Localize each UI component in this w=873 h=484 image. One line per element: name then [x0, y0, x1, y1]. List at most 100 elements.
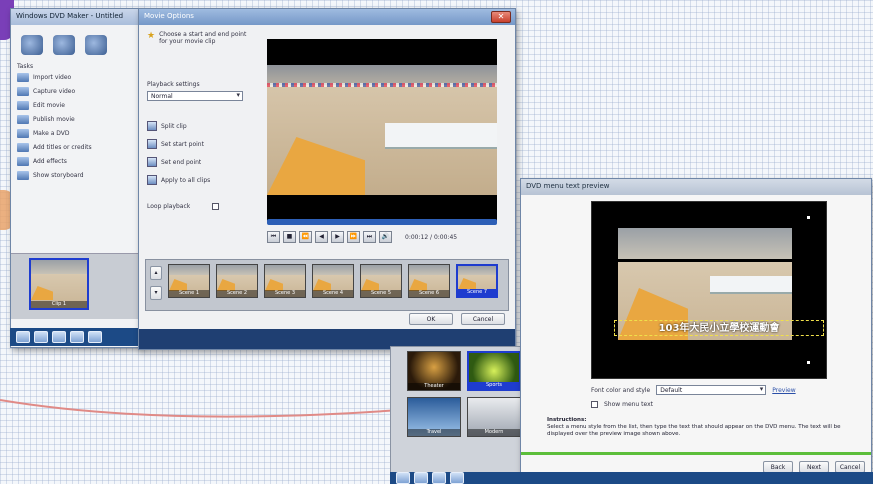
storyboard-icon	[17, 170, 29, 180]
filmstrip-thumb-selected[interactable]: Scene 7	[456, 264, 498, 298]
menu-style-panel: Theater Sports Travel Modern	[390, 346, 526, 482]
options-pane: ★ Choose a start and end point for your …	[147, 31, 259, 251]
menu-style-thumb-selected[interactable]: Sports	[467, 351, 521, 391]
loop-label: Loop playback	[147, 202, 191, 210]
taskbar-icon-2[interactable]	[34, 331, 48, 343]
taskbar-icon-1[interactable]	[16, 331, 30, 343]
window-title: Windows DVD Maker - Untitled	[11, 9, 141, 25]
back-taskbar	[10, 328, 142, 346]
publish-icon	[17, 114, 29, 124]
task-item-publish[interactable]: Publish movie	[17, 112, 135, 126]
option-end[interactable]: Set end point	[147, 153, 259, 171]
end-icon	[147, 157, 157, 167]
task-item-titles[interactable]: Add titles or credits	[17, 140, 135, 154]
right-window-title: DVD menu text preview	[521, 179, 871, 195]
instructions-text: Select a menu style from the list, then …	[547, 424, 841, 437]
playback-controls: ⏮ ■ ⏪ ◀ ▶ ⏩ ⏭ 🔊 0:00:12 / 0:00:45	[267, 231, 507, 243]
task-item-capture[interactable]: Capture video	[17, 84, 135, 98]
taskbar-icon-6[interactable]	[396, 472, 410, 484]
start-icon	[147, 139, 157, 149]
task-item-storyboard[interactable]: Show storyboard	[17, 168, 135, 182]
play-button[interactable]: ▶	[331, 231, 344, 243]
stop-button[interactable]: ■	[283, 231, 296, 243]
menu-style-thumb[interactable]: Modern	[467, 397, 521, 437]
filmstrip-thumb[interactable]: Scene 2	[216, 264, 258, 298]
toolbar	[11, 25, 141, 61]
show-text-row: Show menu text	[591, 397, 861, 411]
task-section-label: Tasks	[17, 63, 34, 70]
clip-label: Clip 1	[31, 301, 87, 308]
taskbar-icon-8[interactable]	[432, 472, 446, 484]
time-display: 0:00:12 / 0:00:45	[405, 233, 458, 241]
corner-marker	[807, 361, 810, 364]
option-split[interactable]: Split clip	[147, 117, 259, 135]
skip-forward-button[interactable]: ⏭	[363, 231, 376, 243]
show-text-checkbox[interactable]	[591, 400, 598, 408]
instructions-heading: Instructions:	[547, 417, 587, 423]
option-apply-all[interactable]: Apply to all clips	[147, 171, 259, 189]
split-icon	[147, 121, 157, 131]
filmstrip: ▴ ▾ Scene 1 Scene 2 Scene 3 Scene 4 Scen…	[145, 259, 509, 311]
task-item-edit[interactable]: Edit movie	[17, 98, 135, 112]
import-icon	[17, 72, 29, 82]
taskbar-icon-5[interactable]	[88, 331, 102, 343]
filmstrip-thumb[interactable]: Scene 1	[168, 264, 210, 298]
task-item-dvd[interactable]: Make a DVD	[17, 126, 135, 140]
edit-icon	[17, 100, 29, 110]
font-combo[interactable]: Default	[656, 385, 767, 395]
filmstrip-up-button[interactable]: ▴	[150, 266, 162, 280]
task-list: Tasks Import video Capture video Edit mo…	[11, 61, 141, 184]
intro-block: ★ Choose a start and end point for your …	[147, 31, 259, 45]
camera-icon	[17, 86, 29, 96]
decor-arc-line	[0, 399, 400, 418]
filmstrip-thumb[interactable]: Scene 5	[360, 264, 402, 298]
step-back-button[interactable]: ◀	[315, 231, 328, 243]
loop-checkbox-row[interactable]: Loop playback	[147, 197, 259, 215]
filmstrip-thumb[interactable]: Scene 3	[264, 264, 306, 298]
show-text-label: Show menu text	[604, 400, 653, 408]
volume-button[interactable]: 🔊	[379, 231, 392, 243]
close-button[interactable]: ✕	[491, 11, 511, 23]
filmstrip-thumb[interactable]: Scene 6	[408, 264, 450, 298]
filmstrip-thumb[interactable]: Scene 4	[312, 264, 354, 298]
star-icon: ★	[147, 31, 156, 41]
cancel-button[interactable]: Cancel	[461, 313, 505, 325]
task-item-import[interactable]: Import video	[17, 70, 135, 84]
fast-forward-button[interactable]: ⏩	[347, 231, 360, 243]
lower-taskbar	[390, 472, 873, 484]
taskbar-icon-3[interactable]	[52, 331, 66, 343]
title-icon	[17, 142, 29, 152]
rewind-button[interactable]: ⏪	[299, 231, 312, 243]
pen-icon[interactable]	[53, 35, 75, 55]
playback-combo[interactable]: Normal	[147, 91, 243, 101]
movie-maker-window: Windows DVD Maker - Untitled Tasks Impor…	[10, 8, 142, 348]
ok-button[interactable]: OK	[409, 313, 453, 325]
movie-options-dialog: Movie Options ✕ ★ Choose a start and end…	[138, 8, 516, 350]
preview-link[interactable]: Preview	[772, 387, 795, 394]
effects-icon	[17, 156, 29, 166]
task-item-effects[interactable]: Add effects	[17, 154, 135, 168]
taskbar-icon-9[interactable]	[450, 472, 464, 484]
timeline-slider[interactable]	[267, 219, 497, 225]
storyboard-clip[interactable]: Clip 1	[29, 258, 89, 310]
dvd-menu-window: DVD menu text preview 103年大民小立學校運動會 Font…	[520, 178, 872, 478]
menu-text-form: Font color and style Default Preview Sho…	[591, 383, 861, 411]
skip-back-button[interactable]: ⏮	[267, 231, 280, 243]
menu-caption[interactable]: 103年大民小立學校運動會	[614, 320, 824, 336]
people-icon[interactable]	[21, 35, 43, 55]
storyboard-strip: Clip 1	[11, 253, 141, 319]
corner-marker	[807, 216, 810, 219]
menu-style-thumb[interactable]: Travel	[407, 397, 461, 437]
instructions: Instructions: Select a menu style from t…	[547, 417, 867, 438]
taskbar-icon-4[interactable]	[70, 331, 84, 343]
font-label: Font color and style	[591, 386, 651, 394]
filmstrip-down-button[interactable]: ▾	[150, 286, 162, 300]
cloud-icon[interactable]	[85, 35, 107, 55]
disc-icon	[17, 128, 29, 138]
taskbar-icon-7[interactable]	[414, 472, 428, 484]
menu-style-thumb[interactable]: Theater	[407, 351, 461, 391]
loop-checkbox[interactable]	[212, 202, 220, 210]
intro-text: Choose a start and end point for your mo…	[159, 31, 247, 45]
progress-strip	[521, 452, 871, 455]
option-start[interactable]: Set start point	[147, 135, 259, 153]
